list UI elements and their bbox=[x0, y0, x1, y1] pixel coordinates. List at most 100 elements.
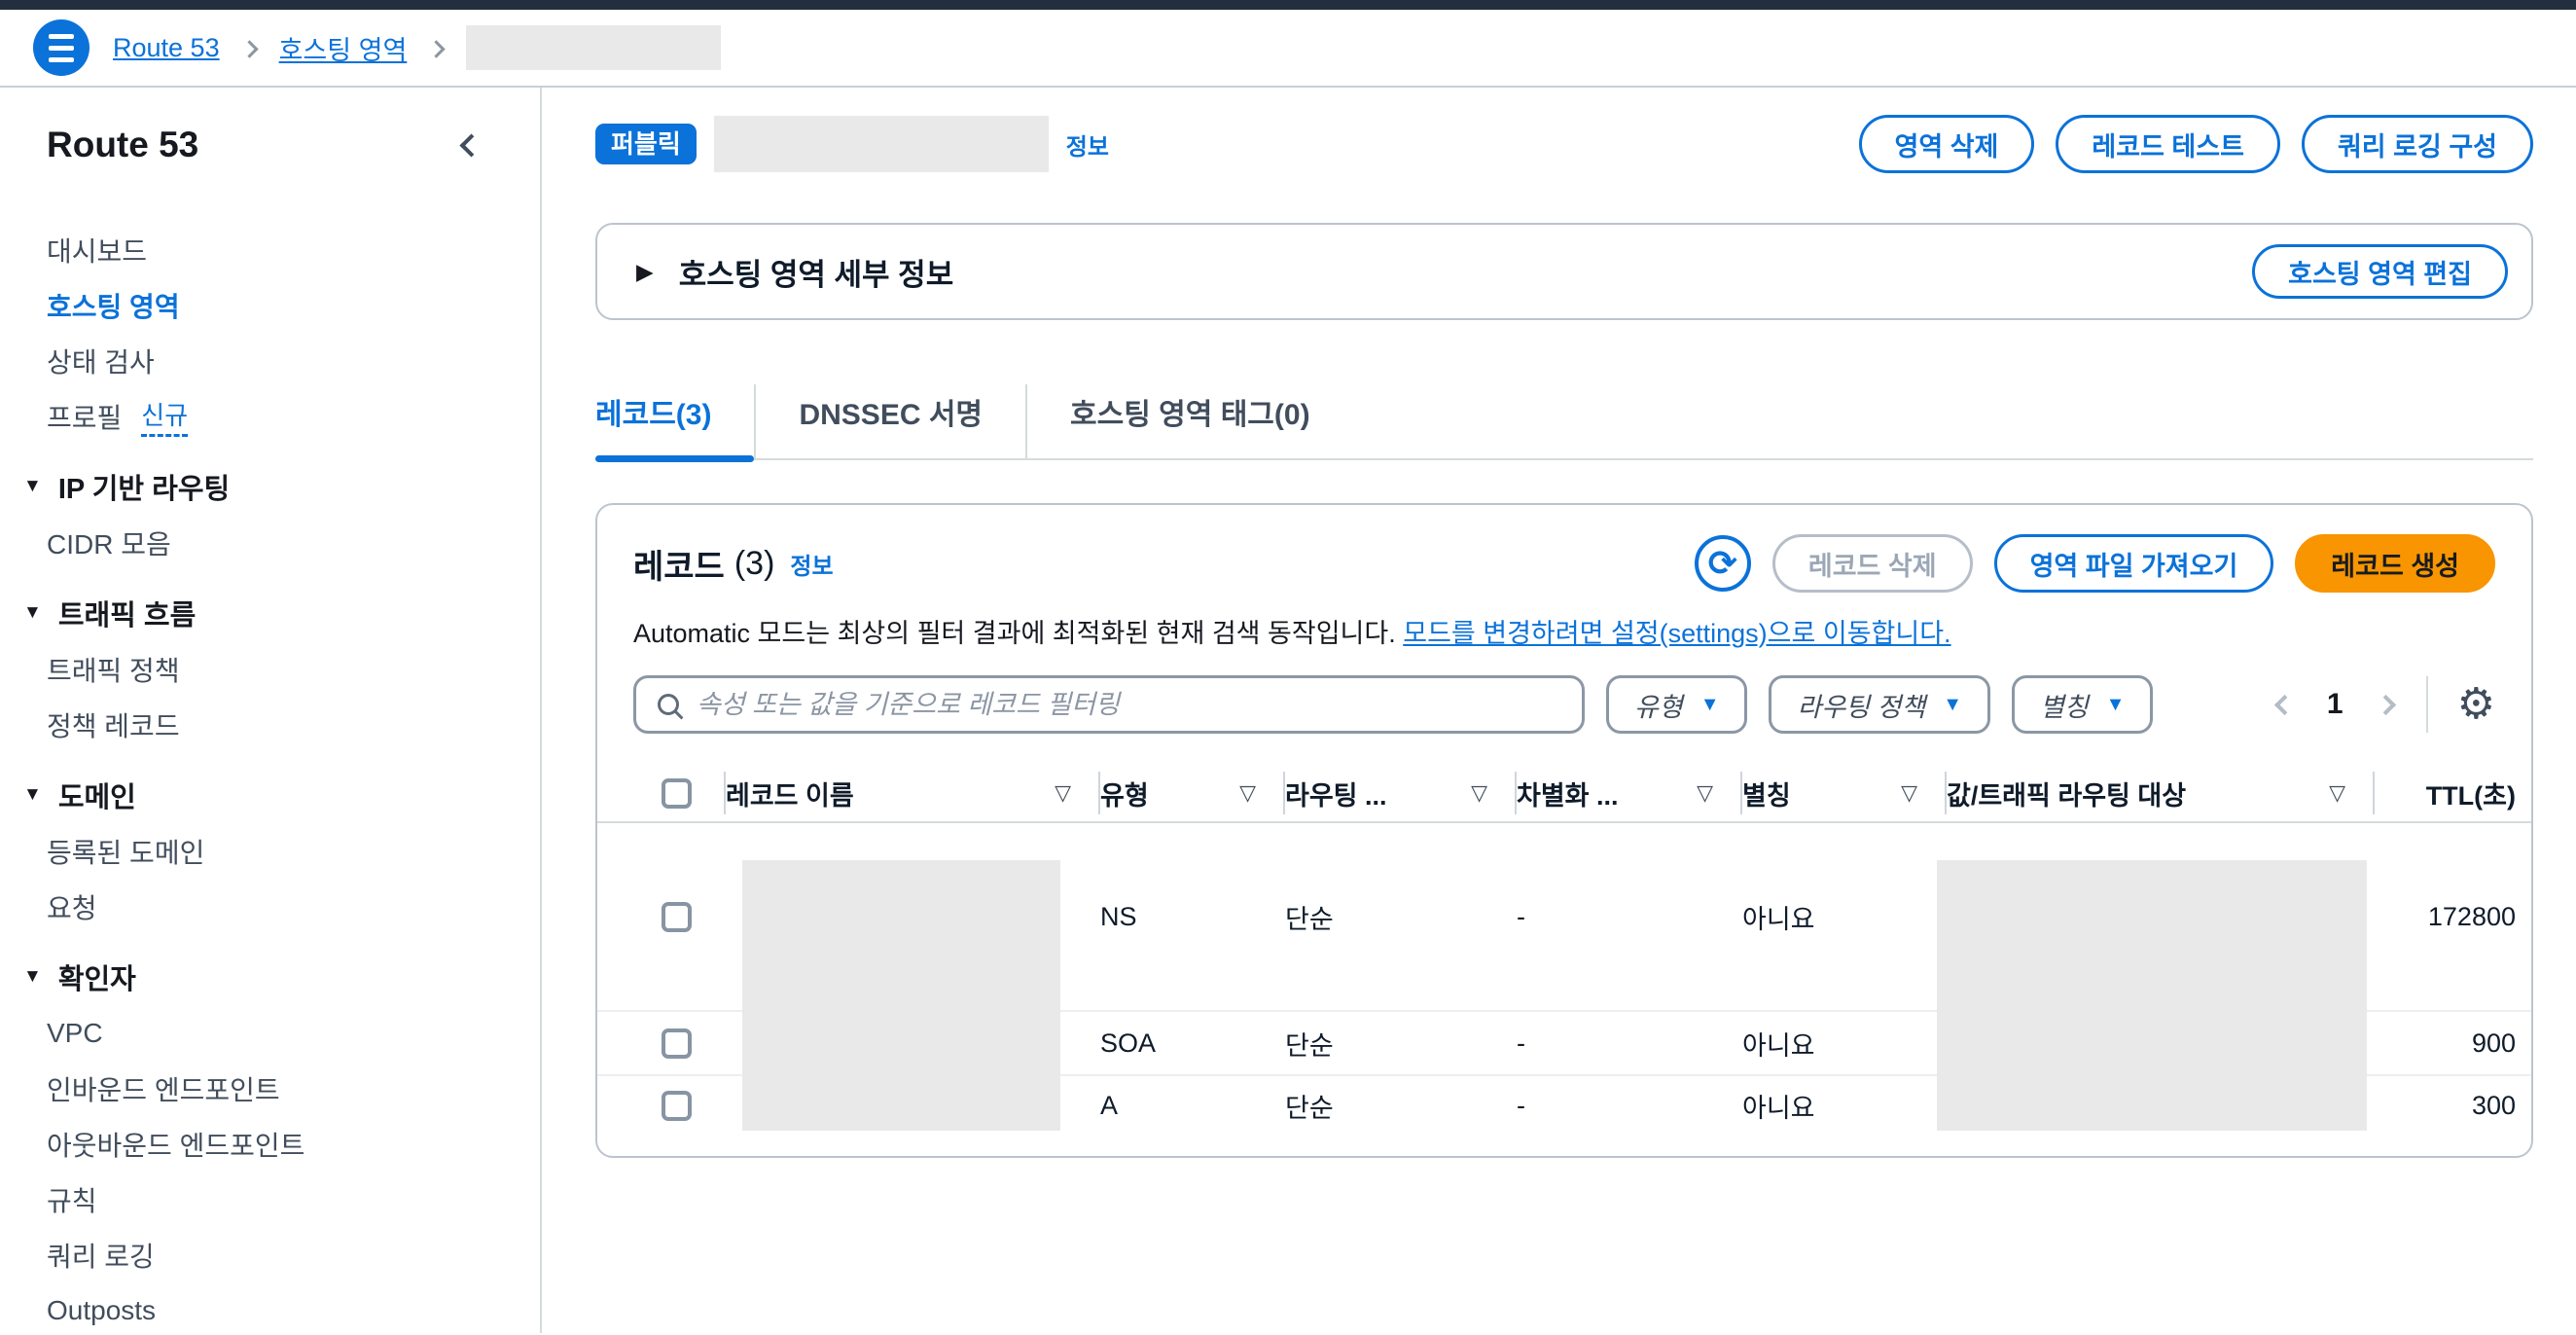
row-checkbox[interactable] bbox=[662, 1028, 692, 1059]
menu-icon[interactable] bbox=[33, 19, 89, 76]
test-record-button[interactable]: 레코드 테스트 bbox=[2056, 115, 2280, 173]
routing-cell: 단순 bbox=[1285, 823, 1517, 1010]
routing-policy-filter-dropdown[interactable]: 라우팅 정책 ▼ bbox=[1769, 675, 1990, 734]
column-label: 별칭 bbox=[1742, 775, 1791, 812]
triangle-down-icon: ▼ bbox=[23, 966, 42, 988]
sort-icon[interactable]: ▽ bbox=[1901, 780, 1917, 806]
type-cell: SOA bbox=[1100, 1012, 1285, 1074]
delete-record-button[interactable]: 레코드 삭제 bbox=[1772, 534, 1973, 593]
row-checkbox[interactable] bbox=[662, 902, 692, 932]
sort-icon[interactable]: ▽ bbox=[1239, 780, 1256, 806]
next-page-icon[interactable] bbox=[2375, 694, 2395, 714]
record-values-redacted bbox=[1937, 860, 2367, 1131]
sidebar-item-query-logging[interactable]: 쿼리 로깅 bbox=[0, 1227, 540, 1282]
type-cell: A bbox=[1100, 1076, 1285, 1135]
sidebar-title: Route 53 bbox=[47, 125, 198, 165]
alias-filter-dropdown[interactable]: 별칭 ▼ bbox=[2012, 675, 2153, 734]
sidebar-item-dashboard[interactable]: 대시보드 bbox=[0, 222, 540, 277]
sidebar-item-outposts[interactable]: Outposts bbox=[0, 1282, 540, 1335]
column-label: 레코드 이름 bbox=[726, 775, 854, 812]
triangle-down-icon: ▼ bbox=[23, 476, 42, 497]
create-record-button[interactable]: 레코드 생성 bbox=[2295, 534, 2495, 593]
tab-records[interactable]: 레코드(3) bbox=[595, 384, 754, 458]
toolbar-divider bbox=[2426, 676, 2428, 733]
select-all-checkbox[interactable] bbox=[662, 778, 692, 809]
sidebar-item-health-checks[interactable]: 상태 검사 bbox=[0, 333, 540, 388]
sidebar-item-traffic-policies[interactable]: 트래픽 정책 bbox=[0, 641, 540, 697]
sidebar-item-requests[interactable]: 요청 bbox=[0, 879, 540, 934]
breadcrumb-current-redacted bbox=[466, 25, 721, 70]
column-label: TTL(초) bbox=[2426, 775, 2516, 812]
main-content: 퍼블릭 정보 영역 삭제 레코드 테스트 쿼리 로깅 구성 ▶ 호스팅 영역 세… bbox=[542, 88, 2576, 1333]
sidebar-item-rules[interactable]: 규칙 bbox=[0, 1172, 540, 1227]
caret-down-icon: ▼ bbox=[1700, 694, 1720, 716]
search-icon bbox=[658, 694, 679, 715]
sidebar-section-ip-routing[interactable]: ▼ IP 기반 라우팅 bbox=[0, 458, 540, 515]
ttl-cell: 900 bbox=[2375, 1012, 2531, 1074]
breadcrumb: Route 53 호스팅 영역 bbox=[0, 10, 2576, 88]
zone-name-redacted bbox=[714, 116, 1049, 172]
delete-zone-button[interactable]: 영역 삭제 bbox=[1859, 115, 2035, 173]
sidebar-item-policy-records[interactable]: 정책 레코드 bbox=[0, 697, 540, 752]
filter-toolbar: 유형 ▼ 라우팅 정책 ▼ 별칭 ▼ 1 bbox=[633, 675, 2495, 734]
description-text: Automatic 모드는 최상의 필터 결과에 최적화된 현재 검색 동작입니… bbox=[633, 619, 1403, 648]
sidebar-item-cidr-collections[interactable]: CIDR 모음 bbox=[0, 515, 540, 570]
settings-link[interactable]: 모드를 변경하려면 설정(settings)으로 이동합니다. bbox=[1403, 619, 1950, 648]
record-names-redacted bbox=[742, 860, 1060, 1131]
refresh-button[interactable]: ⟳ bbox=[1695, 535, 1751, 592]
record-filter-input[interactable] bbox=[697, 690, 1560, 720]
sidebar-item-profiles[interactable]: 프로필 신규 bbox=[0, 388, 540, 444]
sidebar-section-resolver[interactable]: ▼ 확인자 bbox=[0, 949, 540, 1005]
current-page-number[interactable]: 1 bbox=[2327, 688, 2343, 721]
sidebar-item-hosted-zones[interactable]: 호스팅 영역 bbox=[0, 277, 540, 333]
differentiator-cell: - bbox=[1517, 823, 1742, 1010]
sidebar-section-traffic-flow[interactable]: ▼ 트래픽 흐름 bbox=[0, 585, 540, 641]
alias-cell: 아니요 bbox=[1742, 1076, 1947, 1135]
dropdown-label: 라우팅 정책 bbox=[1797, 686, 1925, 724]
table-body: NS 단순 - 아니요 172800 SOA 단순 - 아니요 bbox=[597, 823, 2531, 1135]
sort-icon[interactable]: ▽ bbox=[1471, 780, 1487, 806]
section-title: 도메인 bbox=[58, 775, 136, 815]
dropdown-label: 별칭 bbox=[2040, 686, 2089, 724]
public-zone-badge: 퍼블릭 bbox=[595, 124, 697, 164]
new-badge[interactable]: 신규 bbox=[141, 396, 188, 437]
column-routing: 라우팅 ... ▽ bbox=[1285, 765, 1517, 821]
row-checkbox[interactable] bbox=[662, 1091, 692, 1121]
records-info-link[interactable]: 정보 bbox=[790, 547, 833, 581]
breadcrumb-link-route53[interactable]: Route 53 bbox=[113, 33, 220, 63]
import-zone-file-button[interactable]: 영역 파일 가져오기 bbox=[1994, 534, 2274, 593]
refresh-icon: ⟳ bbox=[1708, 543, 1737, 584]
expand-triangle-icon[interactable]: ▶ bbox=[636, 259, 654, 285]
tab-hosted-zone-tags[interactable]: 호스팅 영역 태그(0) bbox=[1025, 384, 1353, 458]
ttl-cell: 300 bbox=[2375, 1076, 2531, 1135]
sidebar-collapse-icon[interactable] bbox=[459, 133, 483, 157]
section-title: 확인자 bbox=[58, 956, 136, 997]
chevron-right-icon bbox=[428, 40, 446, 57]
sidebar-item-outbound-endpoints[interactable]: 아웃바운드 엔드포인트 bbox=[0, 1116, 540, 1172]
records-count: (3) bbox=[734, 545, 775, 583]
column-ttl: TTL(초) bbox=[2375, 765, 2531, 821]
sidebar-item-label: 프로필 bbox=[47, 397, 122, 436]
edit-hosted-zone-button[interactable]: 호스팅 영역 편집 bbox=[2252, 244, 2508, 299]
sidebar-section-domains[interactable]: ▼ 도메인 bbox=[0, 767, 540, 823]
tab-dnssec-signing[interactable]: DNSSEC 서명 bbox=[754, 384, 1025, 458]
section-title: IP 기반 라우팅 bbox=[58, 466, 230, 507]
records-panel: 레코드 (3) 정보 ⟳ 레코드 삭제 영역 파일 가져오기 레코드 생성 Au… bbox=[595, 503, 2533, 1158]
sidebar-item-registered-domains[interactable]: 등록된 도메인 bbox=[0, 823, 540, 879]
zone-info-link[interactable]: 정보 bbox=[1066, 127, 1109, 162]
sidebar-item-vpc[interactable]: VPC bbox=[0, 1005, 540, 1061]
type-filter-dropdown[interactable]: 유형 ▼ bbox=[1606, 675, 1747, 734]
configure-query-logging-button[interactable]: 쿼리 로깅 구성 bbox=[2302, 115, 2533, 173]
pagination: 1 ⚙ bbox=[2277, 676, 2495, 733]
differentiator-cell: - bbox=[1517, 1012, 1742, 1074]
column-label: 유형 bbox=[1100, 775, 1149, 812]
menu-bar bbox=[49, 34, 74, 39]
previous-page-icon[interactable] bbox=[2274, 694, 2295, 714]
differentiator-cell: - bbox=[1517, 1076, 1742, 1135]
sidebar-item-inbound-endpoints[interactable]: 인바운드 엔드포인트 bbox=[0, 1061, 540, 1116]
gear-icon[interactable]: ⚙ bbox=[2457, 683, 2495, 726]
sort-icon[interactable]: ▽ bbox=[1055, 780, 1071, 806]
breadcrumb-link-hosted-zones[interactable]: 호스팅 영역 bbox=[279, 29, 408, 67]
sort-icon[interactable]: ▽ bbox=[1697, 780, 1713, 806]
sort-icon[interactable]: ▽ bbox=[2329, 780, 2345, 806]
